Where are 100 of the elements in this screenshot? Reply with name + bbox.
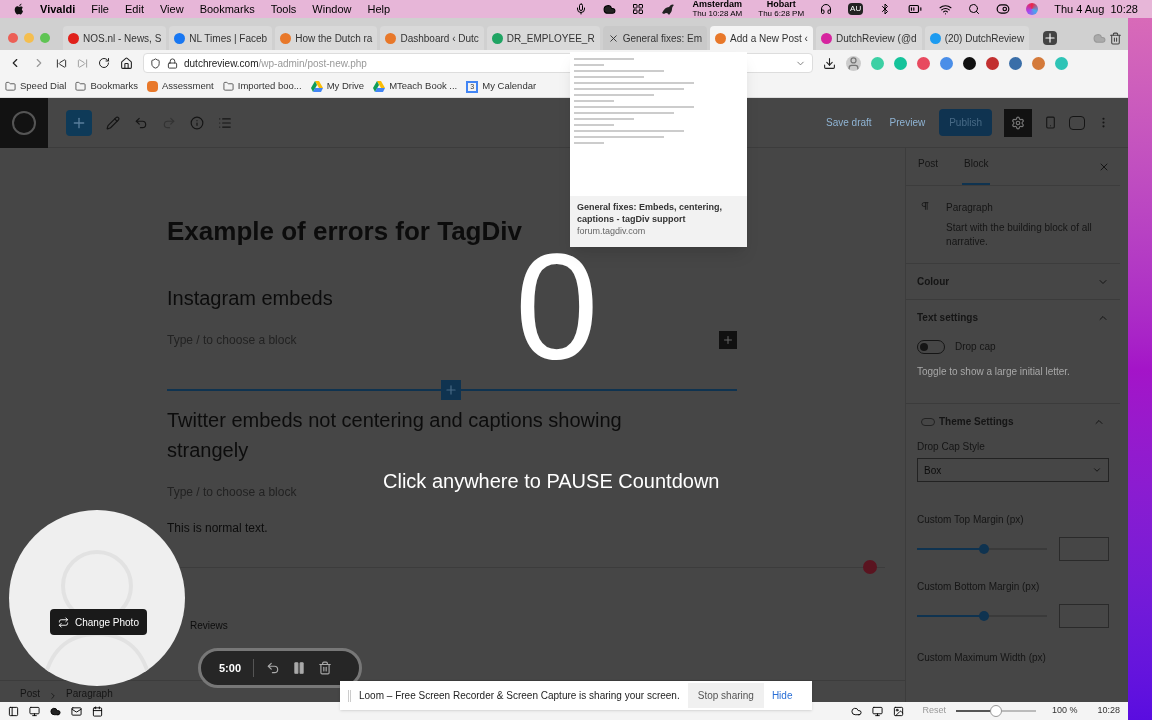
phone-icon[interactable] — [1044, 116, 1057, 129]
bookmark-label: Imported boo... — [237, 79, 302, 94]
cloud-icon[interactable] — [603, 2, 617, 16]
slider-thumb[interactable] — [978, 611, 989, 621]
settings-button[interactable] — [1004, 108, 1032, 137]
site-icon — [147, 81, 158, 92]
profile-avatar-icon[interactable] — [846, 55, 861, 71]
hide-button[interactable]: Hide — [771, 688, 793, 703]
change-photo-button[interactable]: Change Photo — [50, 609, 147, 635]
menu-item[interactable]: View — [159, 0, 184, 18]
bookmark-label: My Calendar — [482, 79, 537, 94]
browser-tab[interactable]: (20) DutchReview — [924, 26, 1030, 50]
mail-icon[interactable] — [71, 705, 82, 717]
clock-time: Thu 10:28 AM — [692, 9, 743, 18]
zoom-slider-thumb[interactable] — [989, 705, 1002, 717]
rewind-icon[interactable] — [56, 57, 67, 69]
bookmark-item[interactable]: Speed Dial — [5, 79, 67, 94]
new-tab-button[interactable] — [1043, 31, 1057, 45]
tab-title: General fixes: Em — [622, 31, 703, 46]
slider-track[interactable] — [917, 544, 1047, 554]
block-inserter-button[interactable] — [441, 380, 461, 400]
add-block-button[interactable] — [66, 109, 92, 136]
bookmark-item[interactable]: MTeach Book ... — [373, 79, 458, 94]
close-icon[interactable] — [607, 32, 619, 44]
animal-icon[interactable] — [660, 3, 677, 15]
browser-tab[interactable]: Dashboard ‹ Dutc — [380, 26, 484, 50]
trash-icon[interactable] — [1109, 32, 1122, 45]
browser-tab[interactable]: DutchReview (@d — [815, 26, 922, 50]
info-icon[interactable] — [190, 115, 204, 130]
microphone-icon[interactable] — [575, 3, 588, 15]
apple-logo-icon[interactable] — [14, 3, 24, 15]
sync-icon[interactable] — [851, 705, 863, 717]
search-icon[interactable] — [968, 3, 981, 15]
browser-tab[interactable]: DR_EMPLOYEE_R — [486, 26, 600, 50]
site-icon — [280, 32, 292, 44]
edit-icon[interactable] — [106, 115, 120, 130]
browser-tab[interactable]: General fixes: Em — [602, 26, 708, 50]
triangle-logo-icon — [373, 81, 386, 92]
menu-item[interactable]: Help — [367, 0, 391, 18]
menu-item[interactable]: Tools — [270, 0, 297, 18]
bookmark-item[interactable]: Assessment — [147, 79, 214, 94]
folder-icon — [222, 81, 234, 92]
home-icon[interactable] — [120, 56, 133, 70]
headphones-icon[interactable] — [820, 3, 833, 15]
heading-text: Twitter embeds not centering and captions showing strangely — [167, 408, 623, 463]
browser-tab[interactable]: Add a New Post ‹ — [710, 26, 813, 50]
recording-timer: 5:00 — [219, 660, 242, 676]
bookmark-item[interactable]: My Drive — [310, 79, 365, 94]
app-name[interactable]: Vivaldi — [40, 0, 76, 18]
extension-icon[interactable] — [963, 56, 976, 70]
help-text: Toggle to show a large initial letter. — [917, 365, 1071, 379]
browser-tab[interactable]: NL Times | Faceb — [169, 26, 273, 50]
undo-icon[interactable] — [134, 115, 148, 130]
site-icon — [491, 32, 503, 44]
wordpress-logo-icon[interactable] — [0, 97, 48, 148]
save-draft-button[interactable]: Save draft — [826, 115, 872, 130]
restart-button[interactable] — [266, 661, 281, 675]
list-view-icon[interactable] — [218, 115, 232, 130]
reload-icon[interactable] — [98, 57, 110, 69]
calendar-icon[interactable] — [92, 705, 103, 717]
control-center-icon[interactable] — [996, 2, 1011, 16]
tab-title: Dashboard ‹ Dutc — [400, 31, 479, 46]
preview-button[interactable]: Preview — [889, 115, 926, 130]
number-field[interactable] — [1058, 604, 1109, 628]
tabs-icon[interactable] — [29, 705, 40, 717]
stop-sharing-button[interactable]: Stop sharing — [687, 683, 764, 708]
wifi-icon[interactable] — [939, 2, 953, 16]
tab-title: DR_EMPLOYEE_R — [506, 31, 595, 46]
layout-icon[interactable] — [632, 3, 645, 15]
bookmark-item[interactable]: Bookmarks — [75, 79, 138, 94]
window-icon[interactable] — [872, 705, 884, 717]
browser-tab[interactable]: How the Dutch ra — [275, 26, 378, 50]
image-icon[interactable] — [893, 705, 905, 717]
bookmark-item[interactable]: Imported boo... — [222, 79, 302, 94]
menu-item[interactable]: File — [91, 0, 109, 18]
pause-button[interactable] — [292, 661, 307, 675]
menu-bar-date[interactable]: Thu 4 Aug 10:28 — [1054, 0, 1138, 18]
status-clock: 10:28 — [1097, 704, 1120, 718]
slider-track[interactable] — [917, 611, 1047, 621]
menu-item[interactable]: Edit — [125, 0, 144, 18]
clock-city: Amsterdam — [692, 0, 743, 9]
menu-item[interactable]: Bookmarks — [199, 0, 255, 18]
url-text: dutchreview.com/wp-admin/post-new.php — [184, 56, 367, 71]
number-field[interactable] — [1058, 537, 1109, 561]
site-icon — [715, 32, 727, 44]
menu-item[interactable]: Window — [312, 0, 352, 18]
tab-title: How the Dutch ra — [295, 31, 373, 46]
browser-tab[interactable]: NOS.nl - News, S — [63, 26, 167, 50]
battery-icon[interactable] — [907, 2, 924, 16]
cloud-icon[interactable] — [50, 705, 61, 717]
fast-forward-icon[interactable] — [77, 57, 88, 69]
close-window-button[interactable] — [8, 33, 18, 43]
add-block-button[interactable] — [719, 331, 737, 349]
download-icon[interactable] — [823, 56, 836, 70]
input-source-indicator[interactable]: AU — [848, 3, 864, 15]
slider-thumb[interactable] — [978, 544, 989, 554]
zoom-slider-track[interactable] — [955, 705, 1036, 717]
delete-button[interactable] — [318, 661, 333, 675]
countdown-message[interactable]: Click anywhere to PAUSE Countdown — [383, 466, 720, 496]
panel-icon[interactable] — [8, 705, 19, 717]
